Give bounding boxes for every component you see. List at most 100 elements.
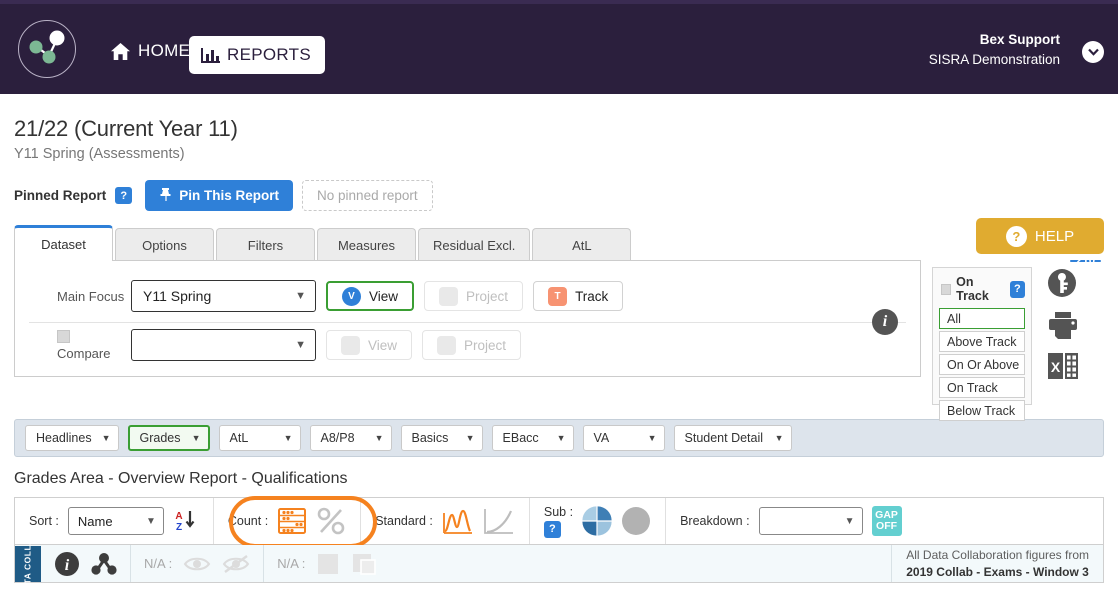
group-nodes-icon[interactable] — [91, 551, 117, 577]
sort-az-descending-icon[interactable]: A Z — [173, 508, 199, 534]
collab-note-line1: All Data Collaboration figures from — [906, 547, 1089, 563]
section-label: Grades — [140, 431, 181, 445]
pinned-report-label: Pinned Report — [14, 188, 106, 203]
sisra-logo[interactable] — [18, 20, 76, 78]
collab-note-line2: 2019 Collab - Exams - Window 3 — [906, 564, 1089, 580]
compare-checkbox[interactable] — [57, 330, 70, 343]
excel-export-icon[interactable]: X — [1046, 351, 1080, 381]
svg-text:i: i — [65, 557, 70, 574]
squares-overlap-icon[interactable] — [351, 552, 379, 576]
main-track-label: Track — [575, 289, 608, 304]
on-track-filter-panel: On Track ? All Above Track On Or Above O… — [932, 267, 1032, 405]
section-label: Headlines — [36, 431, 92, 445]
data-collaboration-bar: DATA COLLAB i N/A : — [14, 545, 1104, 583]
section-button-grades[interactable]: Grades▼ — [128, 425, 210, 451]
tab-filters[interactable]: Filters — [216, 228, 315, 261]
chevron-down-icon[interactable] — [1082, 41, 1104, 63]
percent-icon[interactable] — [316, 506, 346, 536]
square-group: N/A : — [263, 545, 392, 582]
tab-measures[interactable]: Measures — [317, 228, 416, 261]
breakdown-select[interactable]: ▼ — [759, 507, 863, 535]
section-button-headlines[interactable]: Headlines ▼ — [25, 425, 119, 451]
compare-project-button[interactable]: Project — [422, 330, 521, 360]
print-icon[interactable] — [1046, 309, 1080, 341]
on-track-help-icon[interactable]: ? — [1010, 281, 1025, 298]
abacus-icon[interactable] — [277, 507, 307, 535]
pin-this-report-label: Pin This Report — [179, 188, 279, 203]
no-pinned-report-placeholder: No pinned report — [302, 180, 433, 211]
section-label: AtL — [230, 431, 249, 445]
breakdown-group: Breakdown : ▼ GAP OFF — [665, 498, 915, 544]
chevron-down-icon: ▼ — [648, 433, 657, 443]
section-button-ebacc[interactable]: EBacc▼ — [492, 425, 574, 451]
tab-options[interactable]: Options — [115, 228, 214, 261]
dataset-tabs: Dataset Options Filters Measures Residua… — [0, 211, 1118, 261]
tab-atl[interactable]: AtL — [532, 228, 631, 261]
chevron-down-icon: ▼ — [295, 290, 306, 302]
on-track-option-on-or-above[interactable]: On Or Above — [939, 354, 1025, 375]
visibility-na-label: N/A : — [144, 556, 172, 571]
filled-circle-icon[interactable] — [621, 506, 651, 536]
info-icon[interactable]: i — [872, 309, 898, 335]
report-title: Grades Area - Overview Report - Qualific… — [0, 457, 1118, 488]
collab-badge-line2: COLLAB — [23, 531, 34, 569]
students-icon[interactable]: 210 — [1046, 267, 1078, 299]
user-name: Bex Support — [929, 30, 1060, 50]
svg-text:X: X — [1051, 359, 1061, 375]
compare-view-button[interactable]: View — [326, 330, 412, 360]
eye-off-icon[interactable] — [222, 554, 250, 574]
section-label: VA — [594, 431, 610, 445]
student-count-badge: 210 — [1070, 260, 1101, 262]
pinned-help-icon[interactable]: ? — [115, 187, 132, 204]
chevron-down-icon: ▼ — [295, 339, 306, 351]
section-button-atl[interactable]: AtL▼ — [219, 425, 301, 451]
section-button-basics[interactable]: Basics▼ — [401, 425, 483, 451]
main-focus-select[interactable]: Y11 Spring ▼ — [131, 280, 316, 312]
view-badge-icon — [341, 336, 360, 355]
compare-select[interactable]: ▼ — [131, 329, 316, 361]
compare-label: Compare — [57, 330, 131, 361]
main-project-button[interactable]: Project — [424, 281, 523, 311]
sub-help-icon[interactable]: ? — [544, 521, 561, 538]
collab-badge-line1: DATA — [23, 572, 34, 596]
chevron-down-icon: ▼ — [102, 433, 111, 443]
chevron-down-icon: ▼ — [375, 433, 384, 443]
wave-chart-icon[interactable] — [442, 507, 474, 535]
pin-this-report-button[interactable]: Pin This Report — [145, 180, 293, 211]
section-button-student-detail[interactable]: Student Detail▼ — [674, 425, 792, 451]
section-label: A8/P8 — [321, 431, 355, 445]
tab-dataset[interactable]: Dataset — [14, 225, 113, 261]
report-section-bar: Headlines▼ Grades▼ AtL▼ A8/P8▼ Basics▼ E… — [14, 419, 1104, 457]
on-track-checkbox[interactable] — [941, 284, 951, 295]
main-view-button[interactable]: V View — [326, 281, 414, 311]
on-track-option-all[interactable]: All — [939, 308, 1025, 329]
page-header: 21/22 (Current Year 11) Y11 Spring (Asse… — [0, 94, 1118, 162]
nav-home[interactable]: HOME — [110, 41, 190, 61]
user-account-block[interactable]: Bex Support SISRA Demonstration — [929, 30, 1060, 69]
main-track-button[interactable]: T Track — [533, 281, 623, 311]
sort-select[interactable]: Name ▼ — [68, 507, 164, 535]
nav-reports-label: REPORTS — [227, 45, 311, 65]
on-track-option-below-track[interactable]: Below Track — [939, 400, 1025, 421]
on-track-option-above-track[interactable]: Above Track — [939, 331, 1025, 352]
track-badge-icon: T — [548, 287, 567, 306]
collab-source-note: All Data Collaboration figures from 2019… — [891, 545, 1103, 582]
on-track-option-on-track[interactable]: On Track — [939, 377, 1025, 398]
pie-quarters-icon[interactable] — [582, 506, 612, 536]
gap-toggle-button[interactable]: GAP OFF — [872, 506, 902, 536]
section-button-a8p8[interactable]: A8/P8 ▼ — [310, 425, 392, 451]
tab-residual-excl[interactable]: Residual Excl. — [418, 228, 530, 261]
nav-reports[interactable]: REPORTS — [189, 36, 325, 74]
eye-icon[interactable] — [183, 554, 211, 574]
on-track-title: On Track — [956, 275, 1004, 303]
sub-label: Sub : — [544, 505, 573, 519]
section-button-va[interactable]: VA ▼ — [583, 425, 665, 451]
main-focus-row: Main Focus Y11 Spring ▼ V View Project T… — [15, 275, 920, 317]
square-icon[interactable] — [316, 552, 340, 576]
compare-view-label: View — [368, 338, 397, 353]
info-icon[interactable]: i — [54, 551, 80, 577]
svg-text:Z: Z — [176, 522, 182, 533]
bar-chart-icon — [201, 47, 220, 64]
curve-chart-icon[interactable] — [483, 507, 515, 535]
help-button[interactable]: ? HELP — [976, 218, 1104, 254]
